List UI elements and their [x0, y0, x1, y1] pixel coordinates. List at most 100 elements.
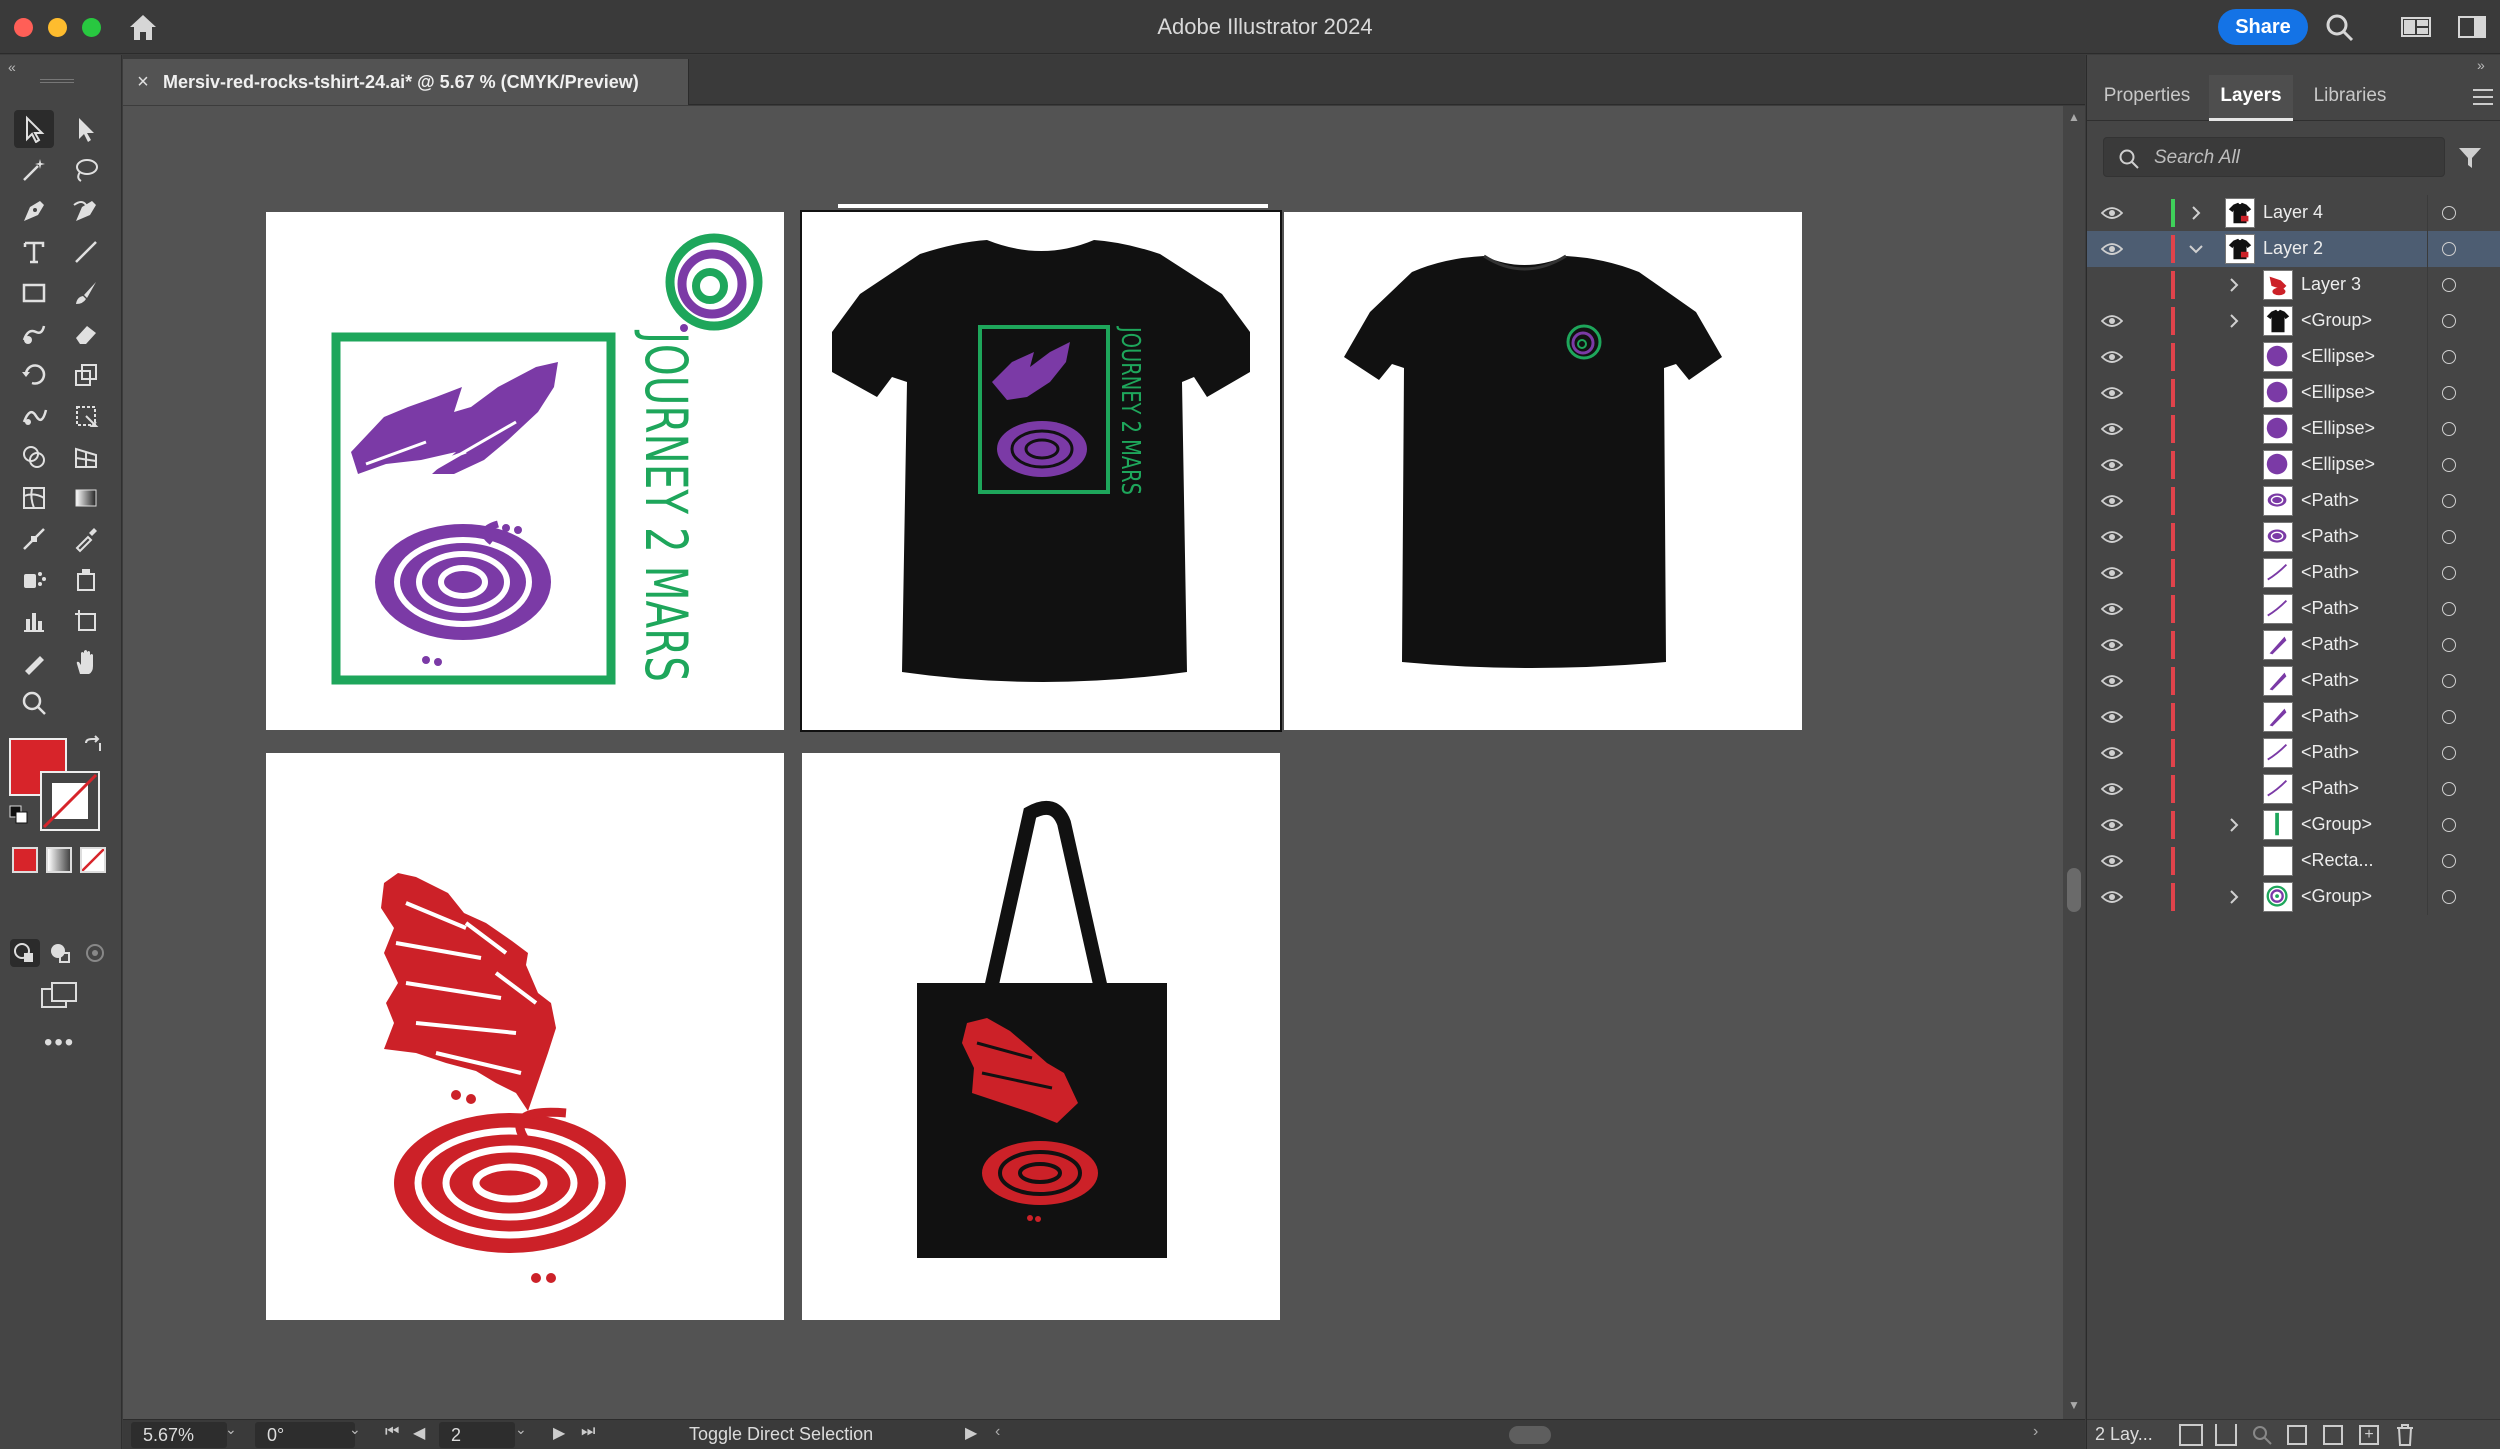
scroll-right-icon[interactable]: ›	[2033, 1423, 2038, 1441]
visibility-eye-icon[interactable]	[2100, 205, 2124, 221]
collapse-panel-icon[interactable]: »	[2477, 57, 2485, 73]
collect-export-icon[interactable]	[2179, 1424, 2203, 1446]
mesh-tool-icon[interactable]	[14, 479, 54, 517]
visibility-eye-icon[interactable]	[2100, 529, 2124, 545]
visibility-eye-icon[interactable]	[2100, 673, 2124, 689]
swap-fill-stroke-icon[interactable]	[82, 735, 104, 757]
target-circle-icon[interactable]	[2442, 206, 2456, 220]
scale-tool-icon[interactable]	[66, 356, 106, 394]
vertical-scroll-thumb[interactable]	[2067, 868, 2081, 912]
target-circle-icon[interactable]	[2442, 854, 2456, 868]
target-circle-icon[interactable]	[2442, 638, 2456, 652]
tab-layers[interactable]: Layers	[2209, 75, 2293, 121]
artboard-number-field[interactable]: 2	[439, 1422, 515, 1448]
layer-row[interactable]: <Path>	[2087, 555, 2500, 591]
layers-search-input[interactable]: Search All	[2103, 137, 2445, 177]
direct-selection-tool-icon[interactable]	[66, 110, 106, 148]
layer-row[interactable]: <Path>	[2087, 663, 2500, 699]
gradient-tool-icon[interactable]	[66, 479, 106, 517]
visibility-eye-icon[interactable]	[2100, 565, 2124, 581]
draw-inside-icon[interactable]	[80, 939, 110, 967]
panel-menu-icon[interactable]	[2473, 89, 2493, 105]
layer-row[interactable]: <Ellipse>	[2087, 447, 2500, 483]
slice-tool-icon[interactable]	[14, 643, 54, 681]
status-menu-icon[interactable]: ▶	[965, 1423, 977, 1443]
target-circle-icon[interactable]	[2442, 314, 2456, 328]
visibility-eye-icon[interactable]	[2100, 889, 2124, 905]
artboard-symbol-icon[interactable]	[66, 561, 106, 599]
rotate-tool-icon[interactable]	[14, 356, 54, 394]
layer-row[interactable]: <Path>	[2087, 519, 2500, 555]
target-circle-icon[interactable]	[2442, 890, 2456, 904]
visibility-eye-icon[interactable]	[2100, 241, 2124, 257]
target-circle-icon[interactable]	[2442, 746, 2456, 760]
layer-row[interactable]: <Path>	[2087, 627, 2500, 663]
visibility-eye-icon[interactable]	[2100, 601, 2124, 617]
scroll-down-icon[interactable]: ▼	[2068, 1398, 2080, 1412]
target-circle-icon[interactable]	[2442, 494, 2456, 508]
close-tab-icon[interactable]: ×	[123, 71, 163, 94]
chevron-right-icon[interactable]	[2225, 815, 2243, 835]
target-circle-icon[interactable]	[2442, 422, 2456, 436]
target-circle-icon[interactable]	[2442, 242, 2456, 256]
layer-row[interactable]: <Ellipse>	[2087, 411, 2500, 447]
warp-tool-icon[interactable]	[14, 397, 54, 435]
shape-builder-tool-icon[interactable]	[14, 438, 54, 476]
draw-normal-icon[interactable]	[10, 939, 40, 967]
target-circle-icon[interactable]	[2442, 602, 2456, 616]
eyedropper-tool-icon[interactable]	[66, 520, 106, 558]
make-clipping-mask-icon[interactable]	[2287, 1425, 2307, 1445]
export-icon[interactable]	[2215, 1424, 2237, 1446]
draw-behind-icon[interactable]	[46, 939, 76, 967]
free-transform-tool-icon[interactable]	[66, 397, 106, 435]
target-circle-icon[interactable]	[2442, 530, 2456, 544]
zoom-dropdown-icon[interactable]: ⌄	[225, 1421, 237, 1438]
filter-icon[interactable]	[2457, 145, 2483, 171]
zoom-level-field[interactable]: 5.67%	[131, 1422, 227, 1448]
hand-tool-icon[interactable]	[66, 643, 106, 681]
locate-object-icon[interactable]	[2251, 1424, 2273, 1446]
first-artboard-icon[interactable]: ⏮	[385, 1423, 399, 1441]
layer-row[interactable]: Layer 3	[2087, 267, 2500, 303]
artboard-dropdown-icon[interactable]: ⌄	[515, 1421, 527, 1438]
target-circle-icon[interactable]	[2442, 350, 2456, 364]
default-fill-stroke-icon[interactable]	[9, 805, 29, 825]
layer-row[interactable]: Layer 4	[2087, 195, 2500, 231]
scroll-up-icon[interactable]: ▲	[2068, 110, 2080, 124]
layer-row[interactable]: <Path>	[2087, 771, 2500, 807]
visibility-eye-icon[interactable]	[2100, 385, 2124, 401]
rectangle-tool-icon[interactable]	[14, 274, 54, 312]
artboard-3[interactable]	[1284, 212, 1802, 730]
visibility-eye-icon[interactable]	[2100, 637, 2124, 653]
visibility-eye-icon[interactable]	[2100, 709, 2124, 725]
target-circle-icon[interactable]	[2442, 782, 2456, 796]
line-segment-tool-icon[interactable]	[66, 233, 106, 271]
stroke-swatch[interactable]	[40, 771, 100, 831]
layer-row[interactable]: <Ellipse>	[2087, 339, 2500, 375]
target-circle-icon[interactable]	[2442, 566, 2456, 580]
tab-libraries[interactable]: Libraries	[2295, 75, 2405, 121]
chevron-right-icon[interactable]	[2187, 203, 2205, 223]
target-circle-icon[interactable]	[2442, 458, 2456, 472]
last-artboard-icon[interactable]: ⏭	[581, 1423, 595, 1441]
layer-row[interactable]: <Path>	[2087, 483, 2500, 519]
collapse-toolbar-icon[interactable]: «	[8, 59, 16, 75]
previous-artboard-icon[interactable]: ◀	[413, 1423, 425, 1443]
artboard-4[interactable]	[266, 753, 784, 1320]
paintbrush-tool-icon[interactable]	[66, 274, 106, 312]
visibility-eye-icon[interactable]	[2100, 745, 2124, 761]
chevron-down-icon[interactable]	[2187, 239, 2205, 259]
chevron-right-icon[interactable]	[2225, 311, 2243, 331]
target-circle-icon[interactable]	[2442, 674, 2456, 688]
screen-mode-icon[interactable]	[40, 981, 80, 1011]
target-circle-icon[interactable]	[2442, 710, 2456, 724]
visibility-eye-icon[interactable]	[2100, 457, 2124, 473]
layer-row[interactable]: <Path>	[2087, 735, 2500, 771]
layer-row[interactable]: <Ellipse>	[2087, 375, 2500, 411]
layer-row[interactable]: <Group>	[2087, 879, 2500, 915]
layer-row[interactable]: <Recta...	[2087, 843, 2500, 879]
canvas-vertical-scrollbar[interactable]: ▲ ▼	[2063, 106, 2085, 1419]
selection-tool-icon[interactable]	[14, 110, 54, 148]
none-mode-icon[interactable]	[80, 847, 106, 873]
column-graph-tool-icon[interactable]	[14, 602, 54, 640]
